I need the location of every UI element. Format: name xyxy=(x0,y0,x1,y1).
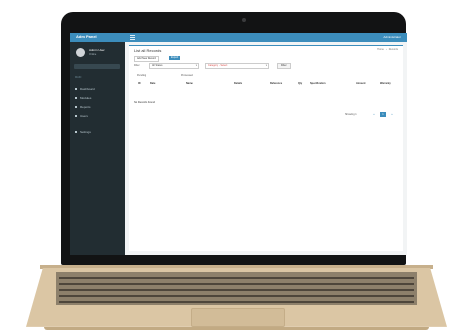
column-header[interactable]: Warranty xyxy=(380,82,391,85)
tab-pending[interactable]: Pending xyxy=(137,74,146,77)
sidebar-item-label: Users xyxy=(80,114,88,118)
sidebar-item-label: Reports xyxy=(80,105,91,109)
camera-icon xyxy=(242,18,246,22)
avatar xyxy=(76,48,85,57)
sidebar-item-dashboard[interactable]: Dashboard xyxy=(75,87,95,91)
main-content: List all Records Home › Records Add New Re… xyxy=(129,45,403,251)
sidebar: Admin User Online MAIN Dashboard Modules… xyxy=(70,42,125,255)
top-navbar: Adm Panel Administrator xyxy=(70,33,407,42)
user-menu[interactable]: Administrator xyxy=(383,35,401,39)
pagination-info: Showing 1 xyxy=(345,113,357,116)
key-row xyxy=(59,301,414,303)
sidebar-user-name: Admin User xyxy=(89,48,105,52)
column-header[interactable]: Name xyxy=(186,82,193,85)
breadcrumb: Home › Records xyxy=(377,48,398,51)
sidebar-item-label: Modules xyxy=(80,96,92,100)
column-header[interactable]: Date xyxy=(150,82,155,85)
category-select-value: Category - Select xyxy=(208,64,228,67)
sidebar-user-status: Online xyxy=(89,53,97,56)
pagination-page[interactable]: 1 xyxy=(380,112,386,117)
key-row xyxy=(59,283,414,285)
filter-button[interactable]: Filter xyxy=(277,63,291,69)
users-icon xyxy=(75,115,77,118)
column-header[interactable]: Details xyxy=(234,82,242,85)
modules-icon xyxy=(75,97,77,100)
sidebar-item-label: Dashboard xyxy=(80,87,95,91)
status-select-value: All Status xyxy=(152,64,163,67)
sidebar-item-users[interactable]: Users xyxy=(75,114,88,118)
sidebar-item-modules[interactable]: Modules xyxy=(75,96,91,100)
chevron-down-icon: ▾ xyxy=(265,64,267,67)
reports-icon xyxy=(75,106,77,109)
app-brand[interactable]: Adm Panel xyxy=(76,34,97,39)
empty-state-text: No Records Found xyxy=(134,101,155,104)
settings-icon xyxy=(75,131,77,134)
sidebar-header: MAIN xyxy=(75,76,82,79)
export-button[interactable]: Export xyxy=(169,56,181,60)
column-header[interactable]: Qty xyxy=(298,82,302,85)
dashboard-icon xyxy=(75,88,77,91)
sidebar-search-input[interactable] xyxy=(74,64,120,69)
menu-toggle-icon[interactable] xyxy=(130,35,135,40)
breadcrumb-current: Records xyxy=(388,48,398,51)
screen: Adm Panel Administrator Admin User Onlin… xyxy=(70,33,407,255)
sidebar-item-settings[interactable]: Settings xyxy=(75,130,91,134)
add-record-button[interactable]: Add New Record xyxy=(134,56,159,62)
sidebar-item-label: Settings xyxy=(80,130,91,134)
column-header[interactable]: Specification xyxy=(310,82,326,85)
column-header[interactable]: Reference xyxy=(270,82,282,85)
trackpad xyxy=(191,308,285,327)
breadcrumb-separator: › xyxy=(385,48,387,51)
column-header[interactable]: ID xyxy=(138,82,141,85)
page-title: List all Records xyxy=(134,48,162,53)
breadcrumb-home[interactable]: Home xyxy=(377,48,384,51)
key-row xyxy=(59,295,414,297)
key-row xyxy=(59,277,414,279)
pagination-next[interactable]: » xyxy=(389,112,395,117)
column-header[interactable]: Amount xyxy=(356,82,365,85)
sidebar-item-reports[interactable]: Reports xyxy=(75,105,91,109)
key-row xyxy=(59,289,414,291)
tab-processed[interactable]: Processed xyxy=(181,74,193,77)
chevron-down-icon: ▾ xyxy=(195,64,197,67)
status-select[interactable]: All Status ▾ xyxy=(149,63,199,69)
filter-label: Filter xyxy=(134,64,140,67)
pagination-prev[interactable]: « xyxy=(371,112,377,117)
category-select[interactable]: Category - Select ▾ xyxy=(205,63,269,69)
laptop-foot xyxy=(44,327,429,330)
